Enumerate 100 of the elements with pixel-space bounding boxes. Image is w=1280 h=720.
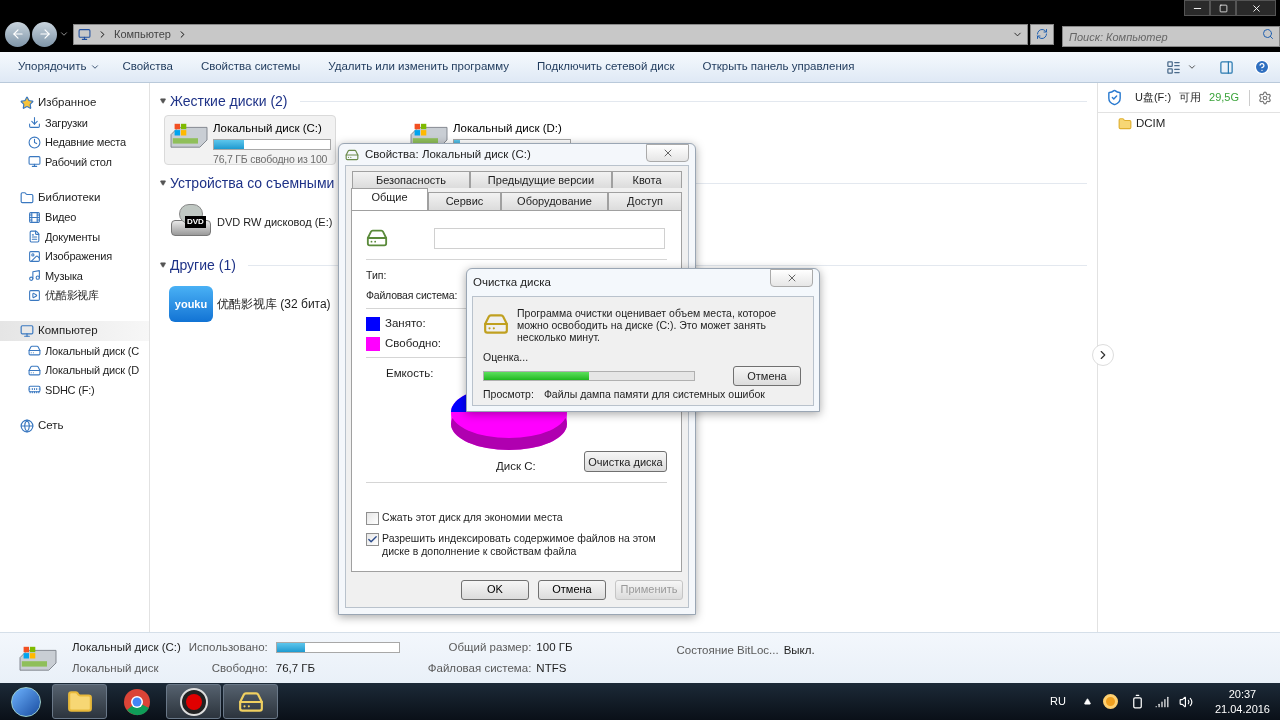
toolbar-button[interactable]: Свойства — [108, 55, 187, 79]
signal-icon[interactable] — [1154, 694, 1169, 709]
forward-button[interactable] — [32, 21, 57, 47]
details-type: Локальный диск — [72, 660, 160, 676]
nav-item[interactable]: Локальный диск (D — [0, 360, 149, 380]
nav-item[interactable]: Библиотеки — [0, 187, 149, 208]
scan-item: Файлы дампа памяти для системных ошибок — [543, 386, 765, 402]
search-field[interactable]: Поиск: Компьютер — [1062, 26, 1280, 47]
drive-icon — [345, 147, 359, 162]
breadcrumb-item[interactable]: Компьютер — [114, 25, 171, 43]
close-icon — [1250, 2, 1262, 14]
dialog-button[interactable]: OK — [461, 579, 529, 600]
taskbar-button[interactable] — [166, 684, 221, 719]
refresh-icon — [1036, 28, 1048, 40]
refresh-button[interactable] — [1030, 23, 1054, 45]
language-indicator[interactable]: RU — [1050, 693, 1066, 710]
preview-pane-icon[interactable] — [1219, 59, 1234, 75]
nav-item[interactable]: Рабочий стол — [0, 152, 149, 172]
computer-icon — [78, 27, 91, 41]
settings-icon[interactable] — [1258, 90, 1272, 105]
file-system-label: Файловая система: — [366, 288, 458, 303]
scan-label: Просмотр: — [483, 386, 534, 402]
nav-item[interactable]: Документы — [0, 227, 149, 247]
search-icon — [1262, 27, 1274, 40]
folder-item[interactable]: DCIM — [1098, 113, 1280, 135]
collapse-arrow-icon[interactable] — [160, 98, 166, 104]
nav-item[interactable]: Видео — [0, 207, 149, 227]
drive-label: U盘(F:) — [1135, 90, 1172, 106]
nav-item[interactable]: Изображения — [0, 246, 149, 266]
toolbar-button[interactable]: Удалить или изменить программу — [314, 55, 524, 79]
status-text: Оценка... — [483, 350, 530, 365]
tray-app-icon[interactable] — [1102, 694, 1118, 709]
toolbar-button[interactable]: Открыть панель управления — [688, 55, 869, 79]
collapse-arrow-icon[interactable] — [160, 262, 166, 268]
organize-menu[interactable]: Упорядочить — [10, 55, 109, 79]
volume-icon[interactable] — [1178, 694, 1193, 709]
name-field[interactable] — [434, 227, 665, 249]
tab[interactable]: Квота — [612, 171, 682, 188]
toolbar-button[interactable]: Подключить сетевой диск — [523, 55, 689, 79]
tab[interactable]: Сервис — [428, 192, 501, 210]
checkbox[interactable] — [366, 532, 379, 546]
expand-button[interactable] — [1092, 344, 1114, 366]
field-value: 76,7 ГБ — [275, 660, 317, 676]
nav-item[interactable]: Сеть — [0, 415, 149, 436]
nav-item[interactable]: Музыка — [0, 266, 149, 286]
close-button[interactable] — [1236, 0, 1276, 16]
download-icon — [28, 116, 41, 130]
tab[interactable]: Предыдущие версии — [470, 171, 612, 188]
show-hidden-icons-icon[interactable] — [1083, 698, 1091, 705]
maximize-button[interactable] — [1210, 0, 1236, 16]
field-label: Состояние BitLoc... — [676, 643, 779, 658]
nav-item[interactable]: Избранное — [0, 93, 149, 113]
history-dropdown-icon[interactable] — [59, 29, 69, 39]
back-arrow-icon — [10, 27, 25, 41]
browser-icon — [122, 687, 151, 716]
nav-item[interactable]: Загрузки — [0, 113, 149, 133]
help-icon[interactable] — [1254, 59, 1270, 75]
drive-icon — [28, 363, 41, 377]
folder-icon — [66, 688, 93, 715]
drive-tile[interactable]: Локальный диск (C:) 76,7 ГБ свободно из 100 — [164, 115, 336, 165]
forward-arrow-icon — [37, 27, 52, 41]
clock[interactable]: 20:37 21.04.2016 — [1214, 686, 1270, 717]
field-label: Свободно: — [210, 660, 268, 676]
nav-item[interactable]: SDHC (F:) — [0, 380, 149, 400]
group-title: Жесткие диски (2) — [170, 91, 288, 111]
group-title: Другие (1) — [170, 255, 236, 275]
collapse-arrow-icon[interactable] — [160, 180, 166, 186]
nav-item[interactable]: Локальный диск (C — [0, 341, 149, 361]
taskbar-button[interactable] — [223, 684, 278, 719]
drive-name: Локальный диск (D:) — [453, 121, 562, 136]
back-button[interactable] — [5, 21, 30, 47]
maximize-icon — [1218, 3, 1228, 13]
cancel-button[interactable]: Отмена — [733, 365, 801, 386]
dialog-title: Очистка диска — [473, 274, 551, 290]
tab[interactable]: Безопасность — [352, 171, 470, 188]
field-label: Файловая система: — [427, 660, 532, 676]
group-title: Устройства со съемными — [170, 173, 335, 193]
dialog-button[interactable]: Отмена — [538, 579, 606, 600]
field-value: Выкл. — [783, 643, 815, 658]
field-value: NTFS — [536, 660, 568, 676]
app-name: 优酷影视库 (32 бита) — [217, 296, 331, 313]
view-options-icon[interactable] — [1166, 59, 1181, 75]
checkbox[interactable] — [366, 511, 379, 525]
tab[interactable]: Оборудование — [501, 192, 608, 210]
address-bar[interactable]: Компьютер — [73, 23, 1028, 45]
monitor-icon — [28, 155, 41, 169]
toolbar-button[interactable]: Свойства системы — [186, 55, 315, 79]
available-space: 29,5G — [1209, 90, 1239, 106]
star-icon — [20, 96, 34, 110]
disk-cleanup-button[interactable]: Очистка диска — [584, 451, 667, 473]
field-value: 100 ГБ — [536, 640, 573, 656]
caret-icon[interactable] — [1187, 62, 1197, 72]
tab[interactable]: Общие — [351, 188, 428, 210]
nav-item[interactable]: Недавние места — [0, 132, 149, 152]
tab[interactable]: Доступ — [608, 192, 682, 210]
nav-item[interactable]: Компьютер — [0, 321, 149, 341]
nav-item[interactable]: 优酷影视库 — [0, 285, 149, 305]
taskbar-button[interactable] — [52, 684, 107, 719]
capacity-label: Емкость: — [385, 366, 435, 381]
type-label: Тип: — [366, 268, 387, 283]
